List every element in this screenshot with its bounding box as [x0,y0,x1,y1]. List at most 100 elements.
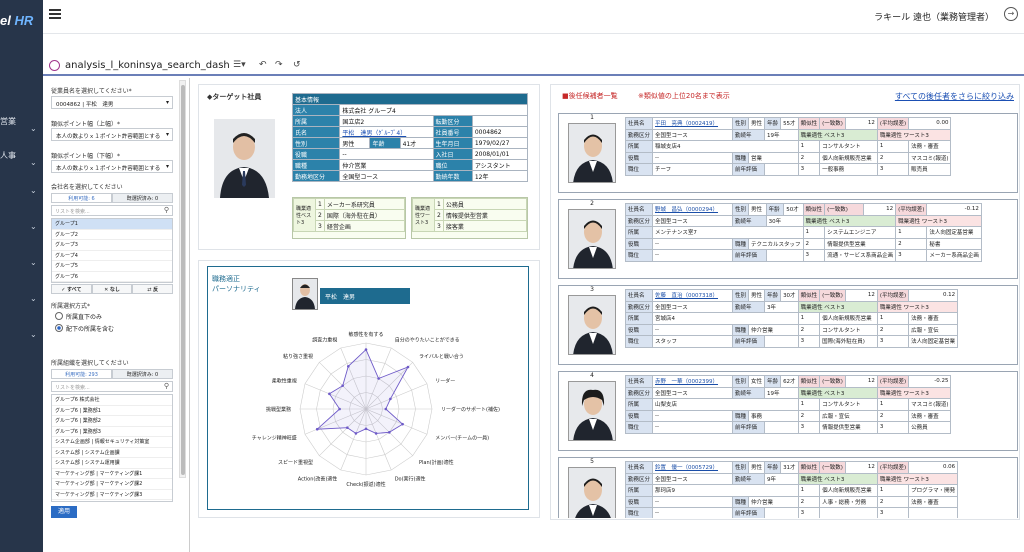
cell-value: -0.12 [926,203,982,216]
cell-value: マスコミ(報道) [908,398,952,411]
list-item[interactable]: システム企画部 | 情報セキュリティ対策室 [52,437,172,448]
revert-icon[interactable]: ↺ [293,60,301,70]
chevron-down-icon[interactable]: ⌄ [30,186,37,195]
dept-search-input[interactable]: リストを検索... ⚲ [51,381,173,392]
cell-label: 職種 [732,409,750,422]
info-label: 生年月日 [432,137,473,149]
radar-axis-label: ライバルと戦い合う [419,353,464,360]
tab-selected[interactable]: 既選択済み: 0 [112,193,173,203]
list-item[interactable]: グループ1 [52,219,172,230]
undo-icon[interactable]: ↶ [259,60,267,70]
radar-point [354,432,358,435]
candidate-name-link[interactable]: 野城 昌弘（0000294） [652,203,734,216]
similar-lower-select[interactable]: 本人の数よりｘ１ポイント許容範囲とする [51,160,173,173]
list-item[interactable]: グループ5 [52,261,172,272]
chevron-down-icon[interactable]: ⌄ [30,124,37,133]
info-label: 性別 [291,137,341,149]
cell-value: 個人向新規販売営業 [819,484,878,497]
list-item[interactable]: マーケティング部 | マーケティング課2 [52,479,172,490]
chevron-down-icon[interactable]: ⌄ [30,330,37,339]
company-search-input[interactable]: リストを検索... ⚲ [51,205,173,216]
candidate-name-link[interactable]: 赤野 一華（0002399） [652,375,734,388]
layout-menu-icon[interactable]: ☰▾ [233,60,246,70]
similar-upper-select[interactable]: 本人の数よりｘ１ポイント許容範囲とする [51,128,173,141]
cell-label: (一致数) [819,289,846,302]
radar-point [406,365,410,369]
list-item[interactable]: システム部 | システム企画課 [52,448,172,458]
nav-item-hr[interactable]: 人事 [0,150,16,161]
employee-name-link[interactable]: 平松 達男（ｸﾞﾙｰﾌﾟ4） [339,126,434,138]
list-item[interactable]: グループ6 [52,272,172,282]
tab-available[interactable]: 利用可能: 293 [51,369,112,379]
user-name[interactable]: ラキール 遠也（業務管理者） [874,10,994,23]
select-none-button[interactable]: ✕ なし [91,284,133,294]
candidate-name-link[interactable]: 鈴置 優一（0005729） [652,461,734,474]
search-icon[interactable]: ⚲ [164,206,169,214]
cell-value: -- [652,495,734,508]
cell-value [819,507,878,518]
cell-value: 全国型コース [652,300,734,313]
chevron-down-icon[interactable]: ⌄ [30,158,37,167]
aptitude-best-box: 職業適性ベスト3 1 メーカー系研究員 2 国際（海外駐在員） 3 経営企画 [292,197,406,239]
basic-info-table: 基本情報 法人 株式会社 グループ4 所属 国立店2 転勤区分 氏名 平松 達男（ｸﾞﾙ… [291,93,529,182]
list-item[interactable]: グループ4 [52,251,172,261]
info-label: 役職 [291,148,341,160]
cell-label: 類似性 [797,375,821,388]
hamburger-menu-icon[interactable] [49,9,61,19]
cell-label: 勤務区分 [624,472,654,485]
cell-label: 職位 [624,335,654,348]
list-item[interactable]: マーケティング部 | マーケティング課3 [52,490,172,500]
tab-selected[interactable]: 既選択済み: 0 [112,369,173,379]
cell-value: 法務・審査 [908,495,959,508]
list-item[interactable]: グループ6 | 業務部2 [52,416,172,427]
apply-button[interactable]: 適用 [51,506,77,518]
list-item[interactable]: グループ2 [52,230,172,240]
cell-value: 19年 [764,386,799,399]
employee-select[interactable]: 0004862 | 平松 達男 [51,96,173,109]
radar-series-line [315,348,409,434]
radio-include-sub[interactable]: 配下の所属を含む [55,324,114,333]
logout-icon[interactable]: → [1004,7,1018,21]
radar-point [401,422,404,426]
radar-axis-label: 自分のやりたいことができる [395,337,460,344]
cell-value: 30年 [765,214,804,227]
chevron-down-icon[interactable]: ⌄ [30,222,37,231]
chevron-down-icon[interactable]: ⌄ [30,258,37,267]
cell-value: 55才 [780,117,799,130]
cell-label: 職業適性 ベスト3 [797,300,878,313]
radio-direct-only[interactable]: 所属直下のみ [55,312,102,321]
list-item[interactable]: グループ6 株式会社 [52,395,172,406]
aptitude-worst-box: 職業適性ワースト3 1 公務員 2 情報提供型営業 3 接客業 [411,197,528,239]
cell-label: 職業適性 ベスト3 [797,128,878,141]
nav-item-sales[interactable]: 営業 [0,116,16,127]
list-item[interactable]: グループ6 | 業務部1 [52,406,172,416]
cell-value: 12 [844,375,878,388]
cell-label: 社員名 [624,375,654,388]
filter-scrollbar[interactable] [179,80,186,478]
chevron-down-icon[interactable]: ⌄ [30,294,37,303]
candidate-name-link[interactable]: 佐藤 直治（0007318） [652,289,734,302]
cell-value: チーフ [652,163,734,176]
info-value [471,115,529,127]
list-item[interactable]: グループ6 | 業務部3 [52,427,172,437]
select-all-button[interactable]: ✓ すべて [51,284,92,294]
list-item[interactable]: システム部 | システム運用課 [52,458,172,469]
search-icon[interactable]: ⚲ [164,382,169,390]
tab-available[interactable]: 利用可能: 6 [51,193,112,203]
redo-icon[interactable]: ↷ [275,60,283,70]
narrow-candidates-link[interactable]: すべての後任者をさらに絞り込み [895,91,1014,102]
cell-label: 勤務区分 [624,386,654,399]
info-label: 転勤区分 [432,115,473,127]
info-label: 入社日 [432,148,473,160]
candidate-name-link[interactable]: 平田 亮典（0002419） [652,117,734,130]
list-item[interactable]: マーケティング部 | マーケティング課1 [52,469,172,479]
invert-button[interactable]: ⇄ 反 [132,284,174,294]
cell-label: 職位 [624,163,654,176]
cell-value: 那珂店9 [652,484,799,497]
candidate-card: 3 社員名 佐藤 直治（0007318） 性別 男性 年齢 30才 類似性 (一致数) 12 (平均… [558,285,1018,365]
cell-label: 前年評価 [732,421,766,434]
aptitude-worst-item: 接客業 [442,220,528,232]
cell-label: 性別 [732,203,750,216]
list-item[interactable]: グループ3 [52,240,172,251]
radar-point [389,397,392,401]
